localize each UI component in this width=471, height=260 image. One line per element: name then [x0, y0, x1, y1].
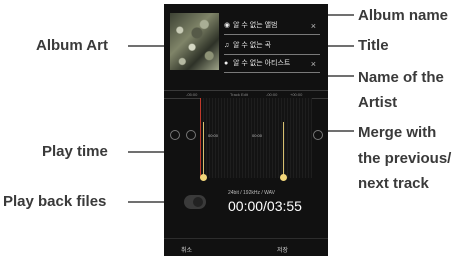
cancel-button[interactable]: 취소 — [181, 245, 192, 254]
clear-album-icon[interactable]: × — [311, 18, 316, 34]
callout-album-name: Album name — [358, 7, 449, 24]
callout-title: Title — [358, 37, 389, 54]
start-time: 00:00 — [208, 133, 219, 138]
save-button[interactable]: 저장 — [277, 245, 288, 254]
end-marker-line — [283, 122, 284, 178]
callout-album-art: Album Art — [36, 37, 108, 54]
album-name-value: 알 수 없는 앨범 — [233, 22, 278, 29]
person-icon: ● — [224, 60, 229, 67]
title-field[interactable]: ♫ 알 수 없는 곡 — [224, 38, 320, 55]
play-time-display: 00:00/03:55 — [228, 198, 302, 214]
album-art-image[interactable] — [170, 13, 219, 70]
music-note-icon: ♫ — [224, 42, 230, 49]
merge-previous-icon[interactable] — [170, 130, 180, 140]
settings-gear-icon[interactable] — [186, 130, 196, 140]
play-back-toggle[interactable] — [184, 195, 206, 209]
start-marker-line — [203, 122, 204, 178]
clear-artist-icon[interactable]: × — [311, 56, 316, 72]
disc-icon: ◉ — [224, 22, 231, 29]
callout-play-time: Play time — [42, 143, 108, 160]
artist-value: 알 수 없는 아티스트 — [233, 60, 291, 67]
album-name-field[interactable]: ◉ 알 수 없는 앨범 × — [224, 18, 320, 35]
callout-artist-line2: Artist — [358, 94, 398, 111]
artist-field[interactable]: ● 알 수 없는 아티스트 × — [224, 56, 320, 73]
end-marker-handle[interactable] — [280, 174, 287, 181]
end-time: 00:00 — [252, 133, 263, 138]
action-bar: 취소 저장 — [164, 238, 328, 256]
audio-format: 24bit / 192kHz / WAV — [228, 190, 275, 196]
timeline-center: Track Edit — [230, 92, 248, 97]
title-value: 알 수 없는 곡 — [233, 42, 272, 49]
timeline-left: -05:00 — [186, 92, 198, 97]
callout-merge-line1: Merge with — [358, 124, 437, 141]
callout-merge-line2: the previous/ — [358, 150, 452, 167]
merge-next-icon[interactable] — [313, 130, 323, 140]
callout-artist-line1: Name of the — [358, 69, 444, 86]
start-marker-handle[interactable] — [200, 174, 207, 181]
track-edit-screen: ◉ 알 수 없는 앨범 × ♫ 알 수 없는 곡 ● 알 수 없는 아티스트 ×… — [164, 4, 328, 256]
callout-play-back-files: Play back files — [3, 193, 107, 210]
callout-merge-line3: next track — [358, 175, 429, 192]
timeline-right-a: -00:00 — [266, 92, 278, 97]
playhead[interactable] — [200, 98, 201, 178]
waveform-track[interactable] — [200, 98, 312, 178]
timeline-right-b: +00:00 — [290, 92, 303, 97]
